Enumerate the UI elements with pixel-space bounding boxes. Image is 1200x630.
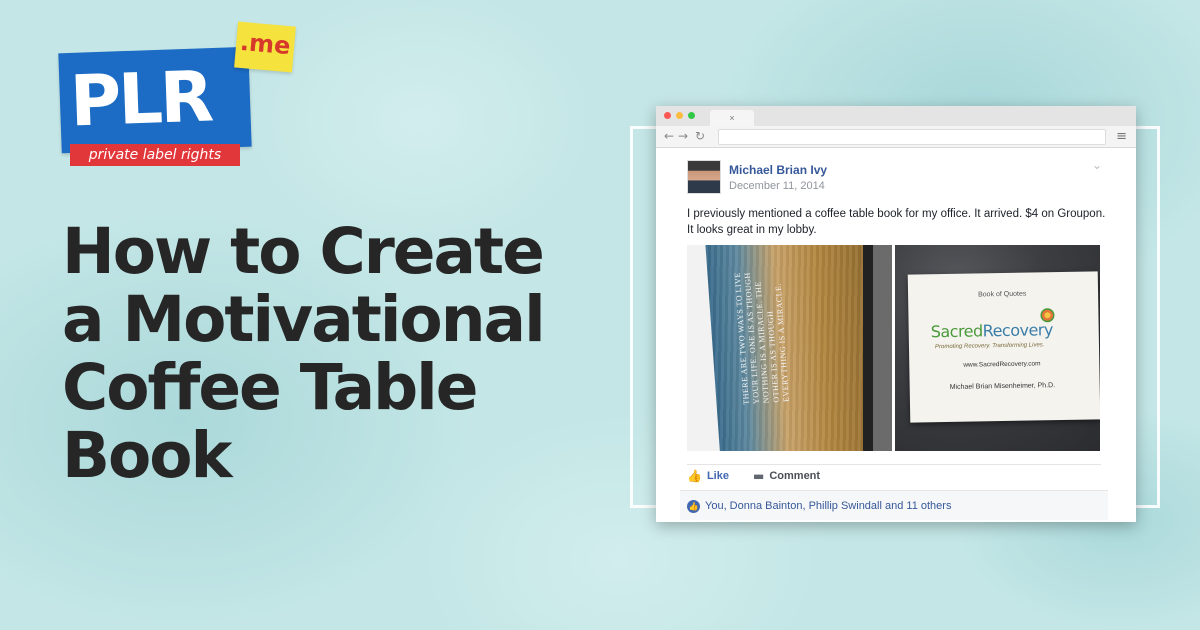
minimize-window-icon[interactable]: [676, 112, 683, 119]
post-photo-left[interactable]: There are two ways to live your life. On…: [687, 245, 892, 451]
reactions-bar: 👍 You, Donna Bainton, Phillip Swindall a…: [680, 490, 1108, 520]
title-line-2: a Motivational: [62, 283, 546, 356]
forward-arrow-icon[interactable]: →: [678, 129, 688, 143]
facebook-post: Michael Brian Ivy December 11, 2014 ⌄ I …: [656, 148, 1136, 522]
avatar[interactable]: [687, 160, 721, 194]
photo-quote-text: There are two ways to live your life. On…: [732, 271, 791, 405]
browser-window: × ← → ↻ ≡ Michael Brian Ivy December 11,…: [656, 106, 1136, 522]
like-label: Like: [706, 470, 729, 482]
title-line-1: How to Create: [62, 215, 545, 288]
reload-icon[interactable]: ↻: [695, 129, 705, 143]
comment-icon: ▬: [753, 469, 765, 483]
post-author[interactable]: Michael Brian Ivy: [729, 163, 827, 177]
title-line-4: Book: [62, 419, 232, 492]
book-brand-logo: SacredRecovery: [931, 320, 1053, 341]
thumbs-up-icon: 👍: [687, 469, 702, 483]
back-arrow-icon[interactable]: ←: [664, 129, 674, 143]
comment-button[interactable]: ▬ Comment: [753, 469, 820, 483]
address-bar[interactable]: [718, 129, 1106, 145]
book-url: www.SacredRecovery.com: [963, 360, 1041, 369]
book-author: Michael Brian Misenheimer, Ph.D.: [949, 382, 1056, 391]
page-title: How to Create a Motivational Coffee Tabl…: [62, 218, 582, 490]
post-text: I previously mentioned a coffee table bo…: [687, 208, 1106, 236]
logo-letters: PLR: [68, 55, 213, 143]
like-button[interactable]: 👍 Like: [687, 469, 729, 483]
browser-toolbar: ← → ↻ ≡: [656, 126, 1136, 148]
like-reaction-icon: 👍: [687, 500, 700, 513]
browser-titlebar: ×: [656, 106, 1136, 126]
title-line-3: Coffee Table: [62, 351, 479, 424]
book-brand-subtitle: Promoting Recovery. Transforming Lives.: [934, 342, 1045, 351]
post-photo-right[interactable]: Book of Quotes SacredRecovery Promoting …: [895, 245, 1100, 451]
close-window-icon[interactable]: [664, 112, 671, 119]
book-cover-label: Book of Quotes: [978, 290, 1027, 299]
brand-part-2: Recovery: [982, 320, 1054, 341]
post-date[interactable]: December 11, 2014: [729, 180, 825, 192]
browser-tab[interactable]: ×: [710, 110, 754, 126]
logo-tagline: private label rights: [70, 144, 240, 166]
post-divider: [687, 464, 1101, 465]
maximize-window-icon[interactable]: [688, 112, 695, 119]
photo-book-edge: [873, 245, 892, 451]
logo-me-tag: .me: [234, 21, 296, 73]
photo-book-cover: Book of Quotes SacredRecovery Promoting …: [907, 271, 1100, 423]
brand-part-1: Sacred: [930, 321, 983, 342]
hamburger-menu-icon[interactable]: ≡: [1116, 129, 1127, 144]
plr-logo[interactable]: PLR .me private label rights: [58, 21, 298, 170]
reactions-text[interactable]: You, Donna Bainton, Phillip Swindall and…: [705, 500, 951, 512]
comment-label: Comment: [769, 470, 821, 482]
chevron-down-icon[interactable]: ⌄: [1092, 158, 1102, 172]
tab-close-icon[interactable]: ×: [729, 113, 734, 123]
